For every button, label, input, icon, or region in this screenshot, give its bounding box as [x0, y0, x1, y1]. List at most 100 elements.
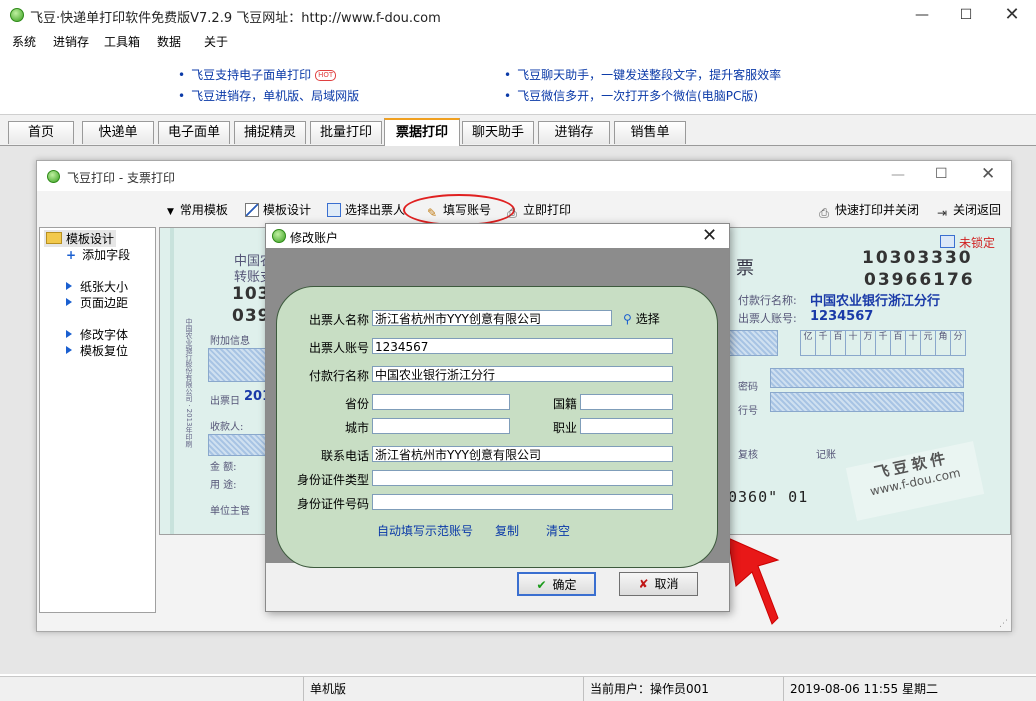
ad-link-inventory[interactable]: 飞豆进销存，单机版、局域网版	[178, 87, 359, 104]
drawer-name-label: 出票人名称	[308, 313, 369, 327]
cheque-drawer-account-value: 1234567	[810, 309, 874, 324]
menu-toolbox[interactable]: 工具箱	[104, 33, 140, 50]
cheque-line-label: 行号	[738, 406, 758, 417]
arrow-right-icon	[66, 346, 72, 354]
drawer-name-input[interactable]: 浙江省杭州市YYY创意有限公司	[372, 310, 612, 326]
tab-sales[interactable]: 销售单	[614, 121, 686, 144]
arrow-right-icon	[66, 298, 72, 306]
cheque-manager-label: 单位主管	[210, 506, 250, 517]
cheque-number-right-2: 03966176	[864, 270, 975, 290]
paying-bank-label: 付款行名称	[308, 369, 369, 383]
tab-inventory[interactable]: 进销存	[538, 121, 610, 144]
cheque-digit-cell: 分	[950, 331, 965, 355]
menu-inventory[interactable]: 进销存	[53, 33, 89, 50]
dialog-close-icon[interactable]: ✕	[702, 225, 717, 246]
close-button[interactable]: ✕	[990, 0, 1034, 30]
account-form: 出票人名称 浙江省杭州市YYY创意有限公司 ⚲ 选择 出票人账号 1234567 …	[276, 286, 718, 568]
cheque-recheck-label: 复核	[738, 450, 758, 461]
check-icon: ✔	[536, 578, 547, 592]
printer-icon: ⎙	[507, 206, 517, 220]
cheque-hatch-payee	[208, 434, 270, 456]
inner-close-button[interactable]: ✕	[981, 164, 995, 184]
status-bar: 单机版 当前用户：操作员001 2019-08-06 11:55 星期二	[0, 676, 1036, 701]
id-type-input[interactable]	[372, 470, 673, 486]
tab-capture[interactable]: 捕捉精灵	[234, 121, 306, 144]
template-reset-item[interactable]: 模板复位	[66, 342, 128, 359]
cheque-number-right-1: 10303330	[862, 248, 973, 268]
magnifier-icon: ⚲	[623, 312, 632, 326]
minimize-button[interactable]: —	[900, 0, 944, 30]
cheque-attach-label: 附加信息	[210, 336, 250, 347]
nationality-label: 国籍	[552, 397, 577, 411]
nationality-input[interactable]	[580, 394, 673, 410]
close-return-button[interactable]: ⇥ 关闭返回	[935, 201, 1001, 220]
ad-link-chat[interactable]: 飞豆聊天助手，一键发送整段文字，提升客服效率	[504, 66, 781, 83]
clear-link[interactable]: 清空	[546, 522, 570, 539]
occupation-input[interactable]	[580, 418, 673, 434]
cheque-paying-bank-label: 付款行名称:	[738, 294, 797, 307]
cancel-button[interactable]: ✘ 取消	[619, 572, 698, 596]
tree-root-template-design[interactable]: 模板设计	[44, 230, 117, 247]
maximize-button[interactable]: ☐	[944, 0, 988, 30]
cheque-hatch-line	[770, 392, 964, 412]
menu-data[interactable]: 数据	[157, 33, 181, 50]
resize-grip-icon[interactable]: ⋰	[999, 619, 1008, 629]
templates-dropdown[interactable]: ▼ 常用模板	[167, 201, 228, 219]
quick-print-close-button[interactable]: ⎙ 快速打印并关闭	[817, 201, 919, 220]
change-font-item[interactable]: 修改字体	[66, 326, 128, 343]
tab-eorder[interactable]: 电子面单	[158, 121, 230, 144]
menu-system[interactable]: 系统	[12, 33, 36, 50]
cheque-hatch-attach	[208, 348, 270, 382]
lock-icon	[940, 235, 955, 248]
caret-down-icon: ▼	[167, 207, 174, 217]
tab-ticket-print[interactable]: 票据打印	[384, 118, 460, 146]
app-logo-icon	[10, 8, 24, 22]
modify-account-dialog: 修改账户 ✕ 出票人名称 浙江省杭州市YYY创意有限公司 ⚲ 选择 出票人账号 1…	[265, 223, 730, 612]
cheque-digit-cell: 角	[935, 331, 950, 355]
id-number-input[interactable]	[372, 494, 673, 510]
copy-link[interactable]: 复制	[495, 522, 519, 539]
watermark: 飞豆软件 www.f-dou.com	[845, 441, 985, 521]
city-input[interactable]	[372, 418, 510, 434]
paper-size-item[interactable]: 纸张大小	[66, 278, 128, 295]
arrow-right-icon	[66, 330, 72, 338]
template-design-button[interactable]: 模板设计	[245, 201, 311, 219]
annotation-ellipse	[403, 194, 515, 226]
drawer-account-input[interactable]: 1234567	[372, 338, 673, 354]
hot-badge: HOT	[315, 70, 337, 81]
tab-express[interactable]: 快递单	[82, 121, 154, 144]
cheque-window-title-bar: 飞豆打印 - 支票打印 — ☐ ✕	[37, 161, 1011, 191]
dialog-title: 修改账户	[290, 231, 339, 245]
cheque-hatch-password	[770, 368, 964, 388]
tab-batch-print[interactable]: 批量打印	[310, 121, 382, 144]
phone-input[interactable]: 浙江省杭州市YYY创意有限公司	[372, 446, 673, 462]
status-edition: 单机版	[303, 677, 580, 701]
page-margin-item[interactable]: 页面边距	[66, 294, 128, 311]
city-label: 城市	[344, 421, 369, 435]
ad-link-wechat[interactable]: 飞豆微信多开，一次打开多个微信(电脑PC版)	[504, 87, 758, 104]
tab-home[interactable]: 首页	[8, 121, 74, 144]
ad-banner: 飞豆支持电子面单打印HOT 飞豆聊天助手，一键发送整段文字，提升客服效率 飞豆进…	[0, 52, 1036, 115]
occupation-label: 职业	[552, 421, 577, 435]
province-input[interactable]	[372, 394, 510, 410]
auto-fill-sample-link[interactable]: 自动填写示范账号	[377, 522, 473, 539]
cheque-digit-cell: 万	[860, 331, 875, 355]
unlocked-status[interactable]: 未锁定	[940, 234, 995, 251]
menu-about[interactable]: 关于	[204, 33, 228, 50]
cheque-password-label: 密码	[738, 382, 758, 393]
menu-bar: 系统 进销存 工具箱 数据 关于	[0, 30, 1036, 52]
cheque-hatch-amount-words	[728, 330, 778, 356]
cheque-payee-label: 收款人:	[210, 422, 244, 433]
cheque-paying-bank-value: 中国农业银行浙江分行	[810, 294, 941, 309]
select-drawer-link[interactable]: ⚲ 选择	[623, 310, 660, 327]
select-drawer-button[interactable]: 选择出票人	[327, 201, 405, 219]
ad-link-eorder[interactable]: 飞豆支持电子面单打印HOT	[178, 66, 337, 83]
paying-bank-input[interactable]: 中国农业银行浙江分行	[372, 366, 673, 382]
ok-button[interactable]: ✔ 确定	[517, 572, 596, 596]
tab-chat[interactable]: 聊天助手	[462, 121, 534, 144]
inner-maximize-button[interactable]: ☐	[935, 166, 948, 182]
print-now-button[interactable]: ⎙ 立即打印	[505, 201, 571, 220]
cheque-stub-divider	[170, 228, 174, 534]
inner-minimize-button[interactable]: —	[891, 167, 905, 183]
add-field-item[interactable]: + 添加字段	[66, 246, 130, 263]
